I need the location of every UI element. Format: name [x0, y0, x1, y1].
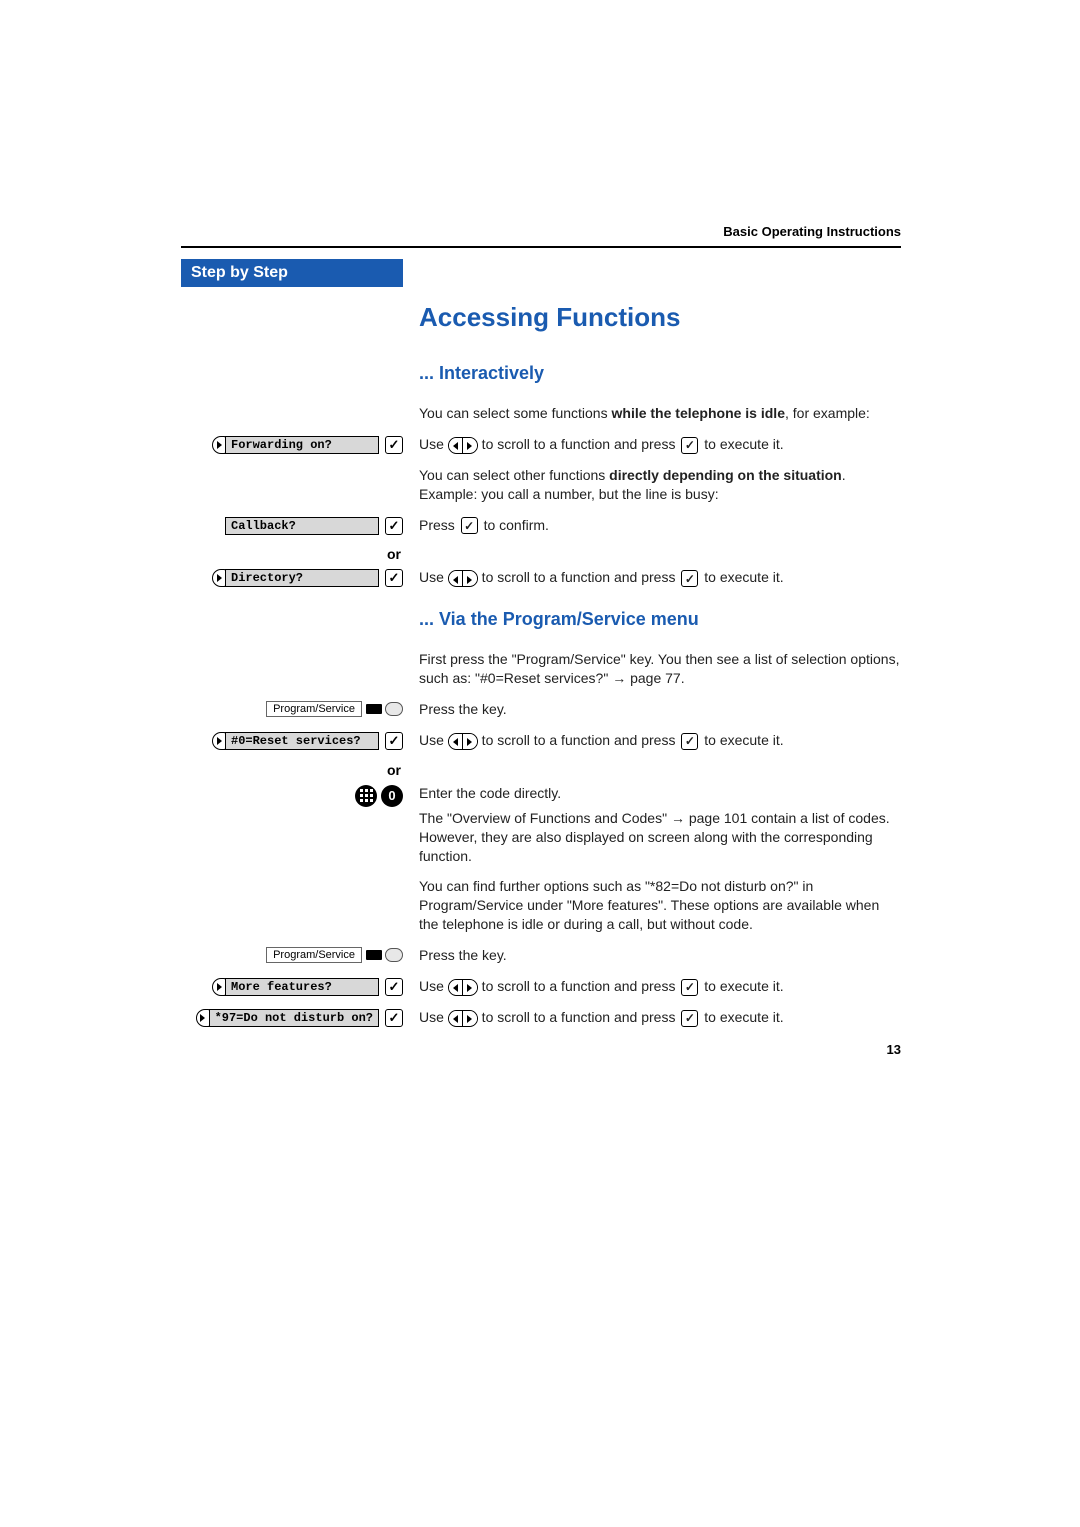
paragraph-scroll-execute-5: Use to scroll to a function and press to…	[403, 1008, 901, 1033]
display-text: Directory?	[225, 569, 379, 587]
left-right-nav-icon	[448, 979, 478, 996]
key-led-icon	[366, 704, 382, 714]
display-forwarding-on: Forwarding on?	[181, 436, 403, 454]
or-separator: or	[181, 546, 403, 562]
key-label: Program/Service	[266, 701, 362, 717]
header-section-title: Basic Operating Instructions	[723, 224, 901, 239]
left-right-nav-icon	[448, 733, 478, 750]
paragraph-scroll-execute-3: Use to scroll to a function and press to…	[403, 731, 901, 756]
key-button-icon	[385, 702, 403, 716]
scroll-arrow-icon	[212, 569, 226, 587]
key-button-icon	[385, 948, 403, 962]
display-more-features: More features?	[181, 978, 403, 996]
key-led-icon	[366, 950, 382, 960]
page-ref-arrow-icon	[671, 810, 685, 826]
display-text: Forwarding on?	[225, 436, 379, 454]
display-callback: Callback?	[181, 517, 403, 535]
display-reset-services: #0=Reset services?	[181, 732, 403, 750]
page-number: 13	[887, 1042, 901, 1057]
scroll-arrow-icon	[212, 978, 226, 996]
header-rule	[181, 246, 901, 248]
confirm-check-icon	[385, 978, 403, 996]
sidebar-title: Step by Step	[181, 259, 403, 287]
check-icon	[681, 1010, 698, 1027]
zero-key-icon: 0	[381, 785, 403, 807]
paragraph-press-key-2: Press the key.	[403, 946, 901, 971]
confirm-check-icon	[385, 732, 403, 750]
or-separator: or	[181, 762, 403, 778]
paragraph-press-confirm: Press to confirm.	[403, 516, 901, 541]
check-icon	[461, 517, 478, 534]
left-right-nav-icon	[448, 570, 478, 587]
display-text: More features?	[225, 978, 379, 996]
paragraph-depending-situation: You can select other functions directly …	[403, 466, 901, 510]
check-icon	[681, 733, 698, 750]
confirm-check-icon	[385, 517, 403, 535]
left-right-nav-icon	[448, 1010, 478, 1027]
check-icon	[681, 570, 698, 587]
content-area: Accessing Functions ... Interactively Yo…	[181, 302, 901, 1039]
paragraph-idle-intro: You can select some functions while the …	[403, 404, 901, 429]
paragraph-press-key-1: Press the key.	[403, 700, 901, 725]
confirm-check-icon	[385, 436, 403, 454]
scroll-arrow-icon	[212, 436, 226, 454]
paragraph-enter-code: Enter the code directly. The "Overview o…	[403, 784, 901, 872]
page-ref-arrow-icon	[612, 670, 626, 686]
display-text: #0=Reset services?	[225, 732, 379, 750]
confirm-check-icon	[385, 569, 403, 587]
key-program-service: Program/Service	[181, 701, 403, 717]
heading-interactively: ... Interactively	[419, 363, 901, 384]
key-label: Program/Service	[266, 947, 362, 963]
display-text: Callback?	[225, 517, 379, 535]
display-text: *97=Do not disturb on?	[209, 1009, 379, 1027]
paragraph-scroll-execute-2: Use to scroll to a function and press to…	[403, 568, 901, 593]
paragraph-further-options: You can find further options such as "*8…	[403, 877, 901, 940]
key-program-service: Program/Service	[181, 947, 403, 963]
display-do-not-disturb: *97=Do not disturb on?	[181, 1009, 403, 1027]
scroll-arrow-icon	[196, 1009, 210, 1027]
paragraph-scroll-execute-1: Use to scroll to a function and press to…	[403, 435, 901, 460]
confirm-check-icon	[385, 1009, 403, 1027]
paragraph-program-intro: First press the "Program/Service" key. Y…	[403, 650, 901, 694]
check-icon	[681, 979, 698, 996]
paragraph-scroll-execute-4: Use to scroll to a function and press to…	[403, 977, 901, 1002]
scroll-arrow-icon	[212, 732, 226, 750]
left-right-nav-icon	[448, 437, 478, 454]
dialpad-keys: 0	[181, 785, 403, 807]
check-icon	[681, 437, 698, 454]
heading-program-service: ... Via the Program/Service menu	[419, 609, 901, 630]
heading-main: Accessing Functions	[419, 302, 901, 333]
hash-key-icon	[355, 785, 377, 807]
display-directory: Directory?	[181, 569, 403, 587]
